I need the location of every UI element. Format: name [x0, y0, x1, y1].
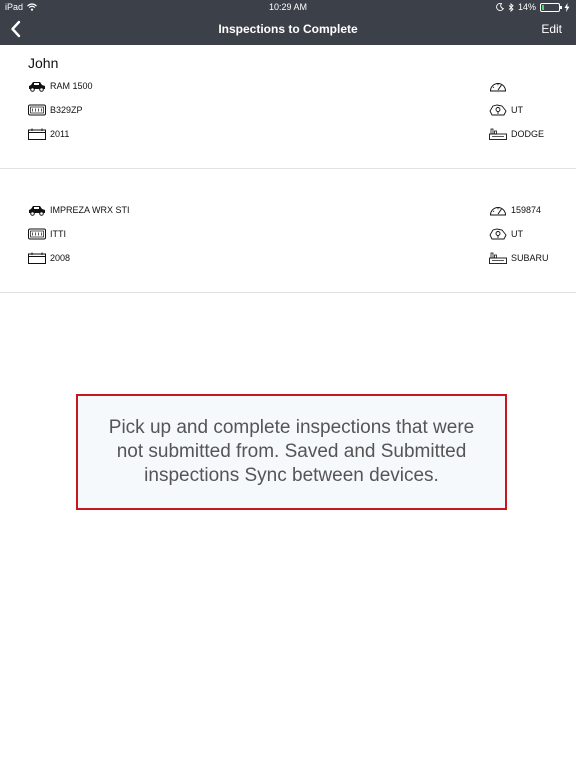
edit-button[interactable]: Edit: [541, 22, 562, 36]
moon-icon: [496, 3, 504, 11]
vehicle-state: UT: [511, 105, 523, 115]
make-row: DODGE: [489, 128, 544, 140]
battery-icon: [540, 2, 562, 12]
license-plate: ITTI: [50, 229, 66, 239]
factory-icon: [489, 128, 507, 140]
mileage-row: [489, 80, 511, 92]
state-row: UT: [489, 104, 523, 116]
vehicle-model-row: IMPREZA WRX STI: [28, 204, 130, 216]
vehicle-year: 2011: [50, 129, 70, 139]
license-plate-row: B329ZP: [28, 104, 83, 116]
year-row: 2011: [28, 128, 69, 140]
vehicle-mileage: 159874: [511, 205, 542, 215]
inspection-card[interactable]: John RAM 1500 B329ZP 2011 UT DODGE: [0, 45, 576, 169]
license-plate-icon: [28, 228, 46, 240]
state-row: UT: [489, 228, 523, 240]
region-map-icon: [489, 228, 507, 240]
info-message-box: Pick up and complete inspections that we…: [76, 394, 507, 510]
license-plate-row: ITTI: [28, 228, 66, 240]
battery-fill: [542, 4, 544, 10]
calendar-icon: [28, 252, 46, 264]
vehicle-make: DODGE: [511, 129, 545, 139]
owner-name: John: [28, 55, 59, 71]
status-bar: iPad 10:29 AM 14%: [0, 0, 576, 14]
vehicle-model-row: RAM 1500: [28, 80, 93, 92]
bluetooth-icon: [508, 2, 514, 12]
inspection-card[interactable]: IMPREZA WRX STI ITTI 2008 159874 UT SUBA…: [0, 169, 576, 293]
vehicle-model: RAM 1500: [50, 81, 93, 91]
charging-icon: [564, 2, 570, 12]
vehicle-year: 2008: [50, 253, 71, 263]
battery-percent: 14%: [517, 2, 536, 12]
vehicle-make: SUBARU: [511, 253, 549, 263]
car-icon: [29, 82, 45, 92]
navigation-bar: Inspections to Complete Edit: [0, 14, 576, 45]
year-row: 2008: [28, 252, 70, 264]
factory-icon: [489, 252, 507, 264]
license-plate-icon: [28, 104, 46, 116]
car-icon: [29, 206, 45, 216]
make-row: SUBARU: [489, 252, 549, 264]
info-message: Pick up and complete inspections that we…: [108, 417, 475, 486]
region-map-icon: [489, 104, 507, 116]
status-time: 10:29 AM: [268, 2, 308, 12]
page-title: Inspections to Complete: [218, 22, 358, 36]
speedometer-icon: [489, 207, 507, 216]
license-plate: B329ZP: [50, 105, 83, 115]
vehicle-state: UT: [511, 229, 523, 239]
vehicle-model: IMPREZA WRX STI: [50, 205, 130, 215]
speedometer-icon: [489, 83, 507, 92]
calendar-icon: [28, 128, 46, 140]
mileage-row: 159874: [489, 204, 541, 216]
